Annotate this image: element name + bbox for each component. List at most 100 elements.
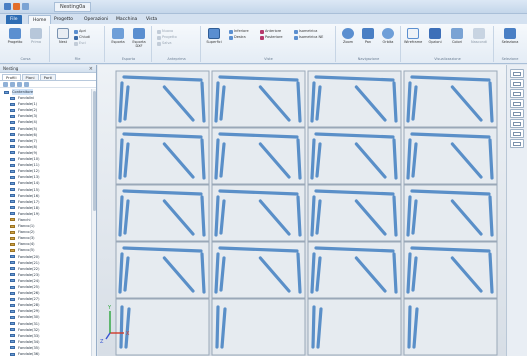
part-right-bar — [488, 81, 494, 123]
panel-tab-piani[interactable]: Piani — [21, 74, 39, 80]
axis-x-label: X — [126, 331, 130, 337]
panel-part-icon — [4, 90, 9, 94]
panel-part-icon — [10, 120, 15, 124]
tab-file[interactable]: File — [6, 15, 22, 24]
document-tab[interactable]: Nesting0a — [54, 2, 92, 12]
panel-part-icon — [10, 206, 15, 210]
nesting-viewport[interactable]: X Y Z — [98, 65, 506, 356]
tab-macchina[interactable]: Macchina — [112, 15, 141, 24]
superfici-button[interactable]: Superfici — [205, 28, 223, 44]
panel-part-icon — [10, 145, 15, 149]
tab-progetto[interactable]: Progetto — [50, 15, 77, 24]
ribbon-group-file: Nest Apri Chiudi Esci File — [51, 26, 105, 62]
panel-part-icon — [10, 352, 15, 356]
options-icon — [429, 28, 441, 39]
tree-item-label: Fondale(36) — [18, 352, 40, 356]
nest-button[interactable]: Nest — [54, 28, 72, 44]
refresh-icon[interactable] — [24, 82, 29, 87]
nuovo-button[interactable]: Nuovo — [157, 29, 173, 34]
front-view-glyph — [513, 82, 521, 86]
exit-icon — [74, 41, 78, 46]
app-logo-icon[interactable] — [4, 3, 11, 10]
salva-button[interactable]: Salva — [157, 41, 172, 46]
esporta-dxf-button[interactable]: Esporta DXF — [130, 28, 148, 48]
nesting-canvas[interactable]: X Y Z — [98, 65, 506, 356]
panel-part-icon — [10, 200, 15, 204]
collapse-icon[interactable] — [10, 82, 15, 87]
close-icon[interactable]: × — [89, 65, 93, 73]
part-left-bar — [406, 81, 412, 123]
orbit-icon — [382, 28, 394, 39]
side-part-icon — [10, 230, 15, 234]
apri-button[interactable]: Apri — [74, 29, 86, 34]
ribbon-group-navigazione: Zoom Pan Orbita Navigazione — [337, 26, 401, 62]
panel-part-icon — [10, 328, 15, 332]
top-view-icon[interactable] — [510, 69, 524, 78]
opzioni-button[interactable]: Opzioni — [426, 28, 444, 44]
ribbon: Progetto Prima Corsa Nest Apri Chiudi Es… — [0, 24, 527, 64]
isometrica-ne-button[interactable]: Isometrica NE — [294, 35, 323, 40]
panel-part-icon — [10, 297, 15, 301]
part-left-bar — [214, 81, 220, 123]
undo-icon[interactable] — [22, 3, 29, 10]
colori-button[interactable]: Colori — [448, 28, 466, 44]
expand-icon[interactable] — [3, 82, 8, 87]
tree-scrollbar[interactable] — [91, 89, 96, 356]
part-left-bar — [406, 195, 412, 237]
wireframe-button[interactable]: Wireframe — [404, 28, 422, 44]
panel-tab-profili[interactable]: Profili — [2, 74, 21, 80]
seleziona-button[interactable]: Seleziona — [501, 28, 519, 44]
colors-icon — [451, 28, 463, 39]
axis-y-label: Y — [107, 305, 112, 311]
esporta-button[interactable]: Esporta — [109, 28, 127, 44]
isometrica-button[interactable]: Isometrica — [294, 29, 317, 34]
scrollbar-thumb[interactable] — [93, 91, 96, 211]
anteriore-button[interactable]: Anteriore — [260, 29, 281, 34]
part-left-bar — [407, 305, 412, 349]
tab-vista[interactable]: Vista — [142, 15, 161, 24]
prima-button[interactable]: Prima — [27, 28, 45, 44]
progetto-small-button[interactable]: Progetto — [157, 35, 177, 40]
wire-toggle-icon[interactable] — [510, 129, 524, 138]
part-left-bar — [215, 305, 220, 349]
nesting-sheet — [211, 298, 306, 356]
pan-button[interactable]: Pan — [359, 28, 377, 44]
side-part-icon — [10, 218, 15, 222]
orbita-button[interactable]: Orbita — [379, 28, 397, 44]
side-view-icon[interactable] — [510, 89, 524, 98]
panel-part-icon — [10, 255, 15, 259]
nesting-sheet — [307, 298, 402, 356]
front-view-icon[interactable] — [510, 79, 524, 88]
part-right-bar — [296, 252, 302, 294]
tree-item[interactable]: Fondale(36) — [0, 351, 92, 356]
fit-view-icon[interactable] — [510, 109, 524, 118]
side-part-icon — [10, 248, 15, 252]
progetto-button[interactable]: Progetto — [6, 28, 24, 44]
panel-part-icon — [10, 151, 15, 155]
zoom-window-icon[interactable] — [510, 119, 524, 128]
tab-home[interactable]: Home — [28, 15, 52, 24]
esci-button[interactable]: Esci — [74, 41, 86, 46]
panel-tabs: Profili Piani Parti — [0, 73, 96, 81]
iso-view-icon[interactable] — [510, 99, 524, 108]
part-right-bar — [296, 81, 302, 123]
part-left-bar — [310, 252, 316, 294]
panel-part-icon — [10, 133, 15, 137]
inferiore-button[interactable]: Inferiore — [229, 29, 249, 34]
posteriore-button[interactable]: Posteriore — [260, 35, 283, 40]
panel-part-icon — [10, 291, 15, 295]
shade-toggle-icon[interactable] — [510, 139, 524, 148]
chiudi-button[interactable]: Chiudi — [74, 35, 90, 40]
destra-button[interactable]: Destra — [229, 35, 246, 40]
part-tree[interactable]: Contenitore Fondalini Fondale(1) Fondale(2)… — [0, 89, 92, 356]
zoom-button[interactable]: Zoom — [339, 28, 357, 44]
ribbon-group-selezione: Seleziona Selezione — [495, 26, 525, 62]
filter-icon[interactable] — [17, 82, 22, 87]
quick-access-toolbar — [4, 3, 29, 10]
panel-tab-parti[interactable]: Parti — [39, 74, 57, 80]
tab-operazioni[interactable]: Operazioni — [80, 15, 112, 24]
save-icon[interactable] — [13, 3, 20, 10]
surfaces-icon — [208, 28, 220, 39]
nascondi-button[interactable]: Nascondi — [470, 28, 488, 44]
top-view-glyph — [513, 72, 521, 76]
